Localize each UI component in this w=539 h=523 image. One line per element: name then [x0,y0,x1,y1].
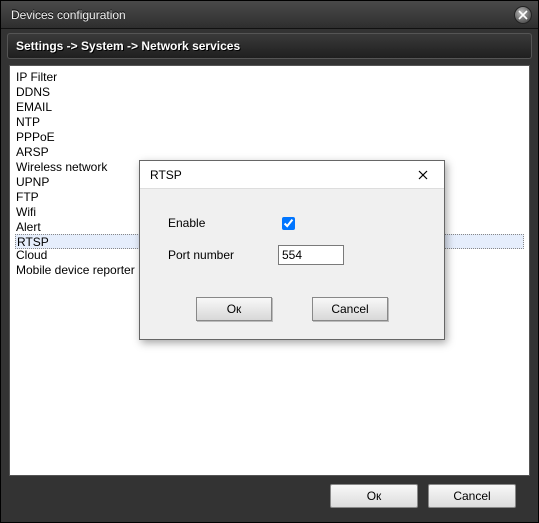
breadcrumb-system[interactable]: System [81,39,124,53]
list-item[interactable]: EMAIL [16,100,523,115]
breadcrumb: Settings -> System -> Network services [7,33,532,59]
dialog-footer-buttons: Ок Cancel [140,281,444,339]
breadcrumb-sep: -> [63,39,81,53]
enable-label: Enable [168,216,278,230]
list-item[interactable]: ARSP [16,145,523,160]
close-icon [418,170,428,180]
dialog-title: RTSP [150,168,408,182]
breadcrumb-network-services[interactable]: Network services [141,39,240,53]
enable-row: Enable [168,207,426,239]
list-item[interactable]: NTP [16,115,523,130]
window-title: Devices configuration [11,8,514,22]
dialog-cancel-button[interactable]: Cancel [312,297,388,321]
port-label: Port number [168,248,278,262]
port-row: Port number [168,239,426,271]
main-cancel-button[interactable]: Cancel [428,484,516,508]
dialog-body: Enable Port number [140,189,444,281]
breadcrumb-sep: -> [124,39,142,53]
devices-configuration-window: Devices configuration Settings -> System… [0,0,539,523]
close-icon [518,10,528,20]
dialog-close-button[interactable] [408,165,438,185]
window-titlebar: Devices configuration [1,1,538,29]
window-close-button[interactable] [514,6,532,24]
main-footer-buttons: Ок Cancel [7,476,532,516]
main-ok-button[interactable]: Ок [330,484,418,508]
enable-checkbox[interactable] [282,217,295,230]
breadcrumb-settings[interactable]: Settings [16,39,63,53]
list-item[interactable]: PPPoE [16,130,523,145]
body-area: IP FilterDDNSEMAILNTPPPPoEARSPWireless n… [7,65,532,516]
dialog-titlebar: RTSP [140,161,444,189]
rtsp-dialog: RTSP Enable Port number [139,160,445,340]
port-number-input[interactable] [278,245,344,265]
list-item[interactable]: IP Filter [16,70,523,85]
dialog-ok-button[interactable]: Ок [196,297,272,321]
list-item[interactable]: DDNS [16,85,523,100]
